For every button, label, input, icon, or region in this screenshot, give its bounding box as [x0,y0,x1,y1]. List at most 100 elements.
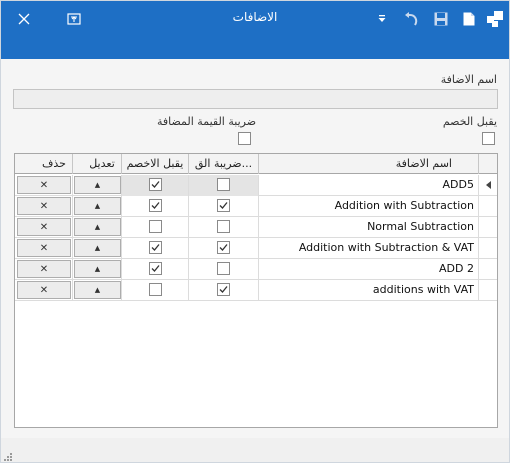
discount-cell [122,196,189,217]
vat-row-checkbox[interactable] [217,178,230,191]
addition-name: Addition with Subtraction & VAT [298,241,474,254]
row-indicator[interactable] [479,259,497,280]
discount-cell [122,217,189,238]
grid-icon [487,11,503,27]
table-row[interactable]: ✕ ▲ Addition with Subtraction & VAT [15,238,497,259]
vat-row-checkbox[interactable] [217,283,230,296]
header-discount[interactable]: يقبل الاخصم [122,154,189,174]
vat-cell [189,259,259,280]
vat-cell [189,280,259,301]
delete-cell: ✕ [15,196,73,217]
table-row[interactable]: ✕ ▲ ADD 2 [15,259,497,280]
discount-row-checkbox[interactable] [149,241,162,254]
vat-cell [189,238,259,259]
edit-button[interactable]: ▲ [74,281,121,299]
name-cell[interactable]: ADD 2 [259,259,479,280]
edit-cell: ▲ [73,259,122,280]
edit-button[interactable]: ▲ [74,218,121,236]
edit-cell: ▲ [73,217,122,238]
additions-grid: حذف تعديل يقبل الاخصم ضريبة الق... اسم ا… [14,153,498,428]
save-button[interactable] [431,9,451,29]
delete-cell: ✕ [15,259,73,280]
undo-icon [403,12,419,26]
discount-checkbox[interactable] [482,132,495,145]
name-cell[interactable]: ADD5 [259,175,479,196]
delete-cell: ✕ [15,175,73,196]
edit-cell: ▲ [73,196,122,217]
discount-row-checkbox[interactable] [149,220,162,233]
name-cell[interactable]: Addition with Subtraction & VAT [259,238,479,259]
name-input[interactable] [13,89,498,109]
resize-grip-icon[interactable] [4,451,12,461]
discount-cell [122,175,189,196]
name-cell[interactable]: additions with VAT [259,280,479,301]
discount-label: يقبل الخصم [442,115,497,128]
table-row[interactable]: ✕ ▲ ADD5 [15,175,497,196]
delete-button[interactable]: ✕ [17,239,71,257]
vat-row-checkbox[interactable] [217,220,230,233]
title-bar: الاضافات [1,1,509,59]
delete-button[interactable]: ✕ [17,176,71,194]
current-row-arrow-icon [485,179,491,192]
undo-button[interactable] [401,9,421,29]
dropdown-arrow-icon [378,15,386,23]
discount-cell [122,238,189,259]
row-indicator[interactable] [479,175,497,196]
discount-row-checkbox[interactable] [149,283,162,296]
vat-row-checkbox[interactable] [217,262,230,275]
discount-cell [122,259,189,280]
edit-button[interactable]: ▲ [74,176,121,194]
vat-cell [189,196,259,217]
status-bar [1,438,509,462]
table-row[interactable]: ✕ ▲ Addition with Subtraction [15,196,497,217]
vat-checkbox[interactable] [238,132,251,145]
edit-cell: ▲ [73,175,122,196]
addition-name: Normal Subtraction [367,220,474,233]
new-document-button[interactable] [460,9,478,29]
additions-window: الاضافات اسم الاضافة ضريبة القيمة المضاف… [0,0,510,463]
delete-cell: ✕ [15,238,73,259]
discount-row-checkbox[interactable] [149,199,162,212]
discount-row-checkbox[interactable] [149,178,162,191]
edit-cell: ▲ [73,280,122,301]
delete-cell: ✕ [15,280,73,301]
vat-cell [189,217,259,238]
header-vat[interactable]: ضريبة الق... [189,154,259,174]
table-row[interactable]: ✕ ▲ additions with VAT [15,280,497,301]
save-icon [434,12,448,26]
delete-cell: ✕ [15,217,73,238]
table-row[interactable]: ✕ ▲ Normal Subtraction [15,217,497,238]
name-label: اسم الاضافة [440,73,497,86]
addition-name: additions with VAT [372,283,474,296]
vat-row-checkbox[interactable] [217,241,230,254]
header-name[interactable]: اسم الاضافة [259,154,479,174]
discount-row-checkbox[interactable] [149,262,162,275]
delete-button[interactable]: ✕ [17,197,71,215]
edit-button[interactable]: ▲ [74,260,121,278]
row-indicator[interactable] [479,280,497,301]
discount-cell [122,280,189,301]
row-indicator[interactable] [479,238,497,259]
edit-button[interactable]: ▲ [74,239,121,257]
delete-button[interactable]: ✕ [17,281,71,299]
addition-name: ADD 2 [439,262,474,275]
header-edit[interactable]: تعديل [73,154,122,174]
header-delete[interactable]: حذف [15,154,73,174]
new-document-icon [463,12,475,26]
name-cell[interactable]: Normal Subtraction [259,217,479,238]
row-indicator[interactable] [479,217,497,238]
row-indicator[interactable] [479,196,497,217]
toolbar-dropdown-button[interactable] [375,9,389,29]
delete-button[interactable]: ✕ [17,260,71,278]
grid-header-row: حذف تعديل يقبل الاخصم ضريبة الق... اسم ا… [15,154,497,174]
vat-label: ضريبة القيمة المضافة [157,115,257,128]
edit-button[interactable]: ▲ [74,197,121,215]
delete-button[interactable]: ✕ [17,218,71,236]
addition-name: Addition with Subtraction [334,199,474,212]
name-cell[interactable]: Addition with Subtraction [259,196,479,217]
addition-name: ADD5 [442,178,474,191]
grid-view-button[interactable] [485,9,505,29]
header-indicator [479,154,497,174]
vat-cell [189,175,259,196]
vat-row-checkbox[interactable] [217,199,230,212]
